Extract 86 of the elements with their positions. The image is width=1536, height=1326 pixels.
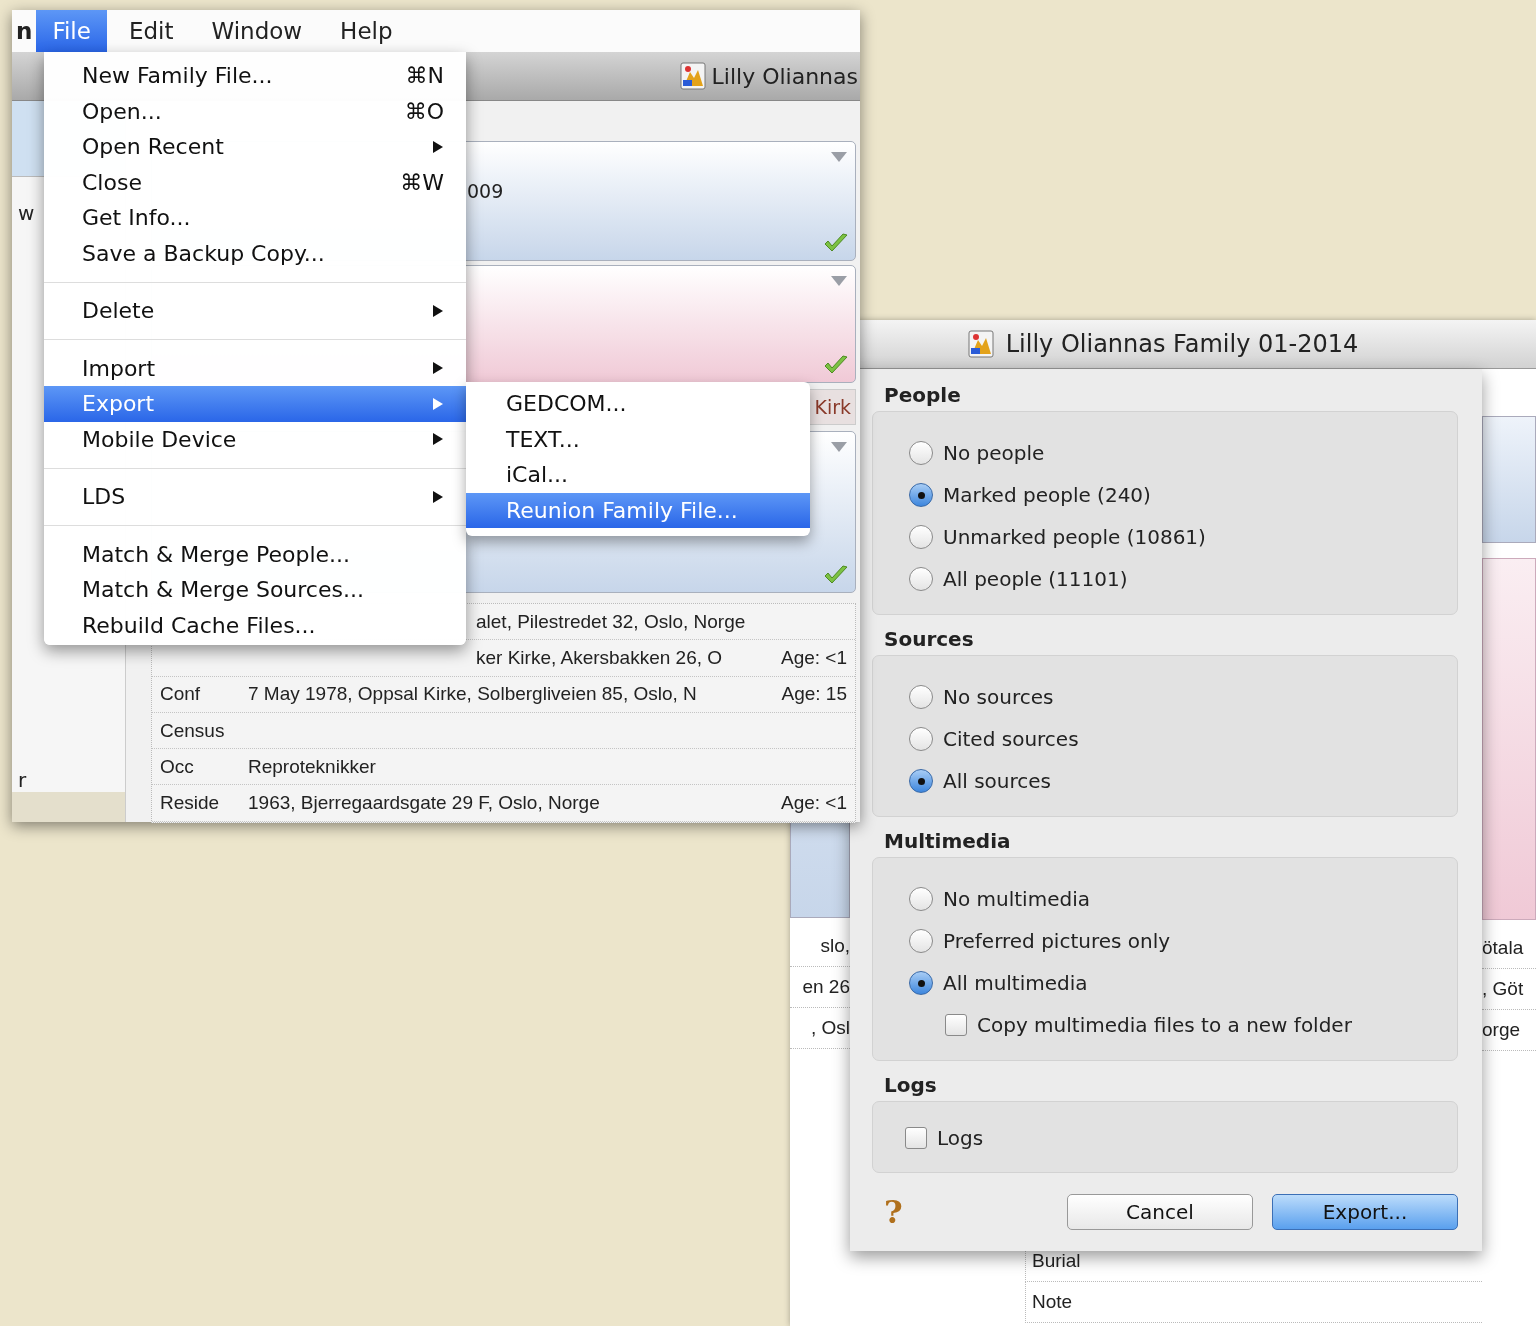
submenu-arrow-icon: [432, 396, 444, 411]
group-title: Multimedia: [883, 828, 1012, 855]
event-label: Conf: [160, 683, 202, 706]
option-label: Unmarked people (10861): [943, 525, 1206, 549]
event-details: ker Kirke, Akersbakken 26, O: [476, 646, 723, 669]
menu-item[interactable]: Get Info...: [44, 200, 466, 236]
radio-button[interactable]: [909, 971, 933, 995]
radio-button[interactable]: [909, 685, 933, 709]
group-title: Logs: [883, 1072, 938, 1099]
option-label: All multimedia: [943, 971, 1088, 995]
family-file-icon: [679, 62, 706, 90]
sidebar-label: r: [18, 768, 27, 792]
person-dates: 009: [467, 180, 504, 202]
menu-item[interactable]: Export: [44, 386, 466, 422]
option-label: Cited sources: [943, 727, 1079, 751]
menu-item[interactable]: Rebuild Cache Files...: [44, 607, 466, 643]
event-tab[interactable]: Kirk: [809, 389, 856, 425]
menu-title[interactable]: Window: [195, 10, 319, 52]
checkbox[interactable]: [945, 1014, 967, 1036]
submenu-arrow-icon: [432, 139, 444, 154]
event-label: Census: [160, 719, 226, 742]
family-file-icon: [967, 330, 994, 358]
window-title: Lilly Oliannas: [711, 63, 858, 89]
sidebar-label: w: [18, 201, 35, 225]
menu-item[interactable]: Delete: [44, 293, 466, 329]
menu-item[interactable]: New Family File... ⌘N: [44, 58, 466, 94]
event-details: alet, Pilestredet 32, Oslo, Norge: [476, 610, 746, 633]
menu-item[interactable]: TEXT...: [466, 421, 810, 457]
option-label: No people: [943, 441, 1045, 465]
option-label: No multimedia: [943, 887, 1090, 911]
option-label: Marked people (240): [943, 483, 1151, 507]
disclosure-triangle-icon: [831, 152, 847, 162]
radio-button[interactable]: [909, 567, 933, 591]
check-icon: [823, 354, 849, 376]
menu-title[interactable]: File: [36, 10, 107, 52]
group-title: People: [883, 382, 962, 409]
menu-item[interactable]: Match & Merge Sources...: [44, 572, 466, 608]
radio-button[interactable]: [909, 929, 933, 953]
menu-item[interactable]: Match & Merge People...: [44, 536, 466, 572]
radio-button[interactable]: [909, 887, 933, 911]
menu-title[interactable]: Help: [324, 10, 409, 52]
menu-item[interactable]: Open Recent: [44, 129, 466, 165]
menu-item[interactable]: Mobile Device: [44, 421, 466, 457]
window-title: Lilly Oliannas Family 01-2014: [1005, 330, 1359, 358]
menu-item[interactable]: Import: [44, 350, 466, 386]
group-title: Sources: [883, 626, 975, 653]
event-details: 1963, Bjerregaardsgate 29 F, Oslo, Norge: [248, 792, 601, 815]
menu-item[interactable]: GEDCOM...: [466, 386, 810, 422]
radio-button[interactable]: [909, 727, 933, 751]
submenu-arrow-icon: [432, 303, 444, 318]
menu-title[interactable]: Edit: [112, 10, 190, 52]
radio-button[interactable]: [909, 483, 933, 507]
option-label: Preferred pictures only: [943, 929, 1171, 953]
event-label: Occ: [160, 755, 195, 778]
option-label: All sources: [943, 769, 1051, 793]
submenu-arrow-icon: [432, 489, 444, 504]
submenu-arrow-icon: [432, 432, 444, 447]
menu-item[interactable]: Close ⌘W: [44, 164, 466, 200]
event-age: Age: <1: [780, 646, 847, 669]
option-label: Copy multimedia files to a new folder: [977, 1013, 1352, 1037]
option-label: All people (11101): [943, 567, 1128, 591]
radio-button[interactable]: [909, 769, 933, 793]
check-icon: [823, 564, 849, 586]
option-label: Logs: [937, 1126, 984, 1150]
disclosure-triangle-icon: [831, 276, 847, 286]
event-details: Reproteknikker: [248, 755, 377, 778]
check-icon: [823, 232, 849, 254]
event-label: Note: [1025, 1282, 1482, 1323]
app-menu[interactable]: n: [12, 18, 37, 44]
export-button[interactable]: Export...: [1272, 1194, 1458, 1230]
cancel-button[interactable]: Cancel: [1067, 1194, 1253, 1230]
option-label: No sources: [943, 685, 1054, 709]
event-label: Reside: [160, 792, 221, 815]
checkbox[interactable]: [905, 1127, 927, 1149]
menu-item[interactable]: LDS: [44, 479, 466, 515]
disclosure-triangle-icon: [831, 442, 847, 452]
menu-item[interactable]: iCal...: [466, 457, 810, 493]
event-age: Age: <1: [780, 792, 847, 815]
menu-item[interactable]: Save a Backup Copy...: [44, 235, 466, 271]
submenu-arrow-icon: [432, 361, 444, 376]
menu-item[interactable]: Open... ⌘O: [44, 93, 466, 129]
menu-item[interactable]: Reunion Family File...: [466, 492, 810, 528]
radio-button[interactable]: [909, 441, 933, 465]
event-details: 7 May 1978, Oppsal Kirke, Solbergliveien 85, Oslo, N: [248, 683, 698, 706]
event-age: Age: 15: [781, 683, 847, 706]
radio-button[interactable]: [909, 525, 933, 549]
